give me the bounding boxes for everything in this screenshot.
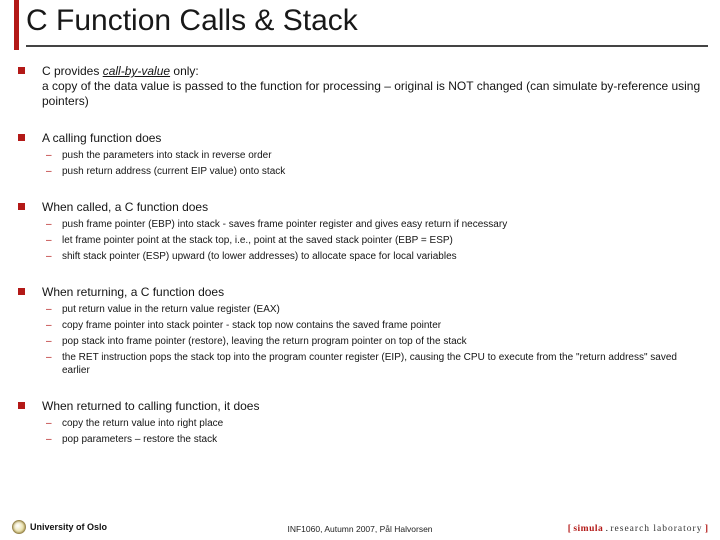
sub-bullet-item: –shift stack pointer (ESP) upward (to lo… — [42, 250, 702, 263]
dash-icon: – — [46, 149, 52, 162]
sub-bullet-text: push the parameters into stack in revers… — [62, 149, 702, 162]
dash-icon: – — [46, 218, 52, 231]
dash-icon: – — [46, 351, 52, 364]
dash-icon: – — [46, 250, 52, 263]
dash-icon: – — [46, 303, 52, 316]
slide-body: C provides call-by-value only: a copy of… — [0, 64, 720, 454]
slide-title: C Function Calls & Stack — [26, 4, 358, 38]
dash-icon: – — [46, 433, 52, 446]
sub-bullet-item: –copy the return value into right place — [42, 417, 702, 430]
sub-bullet-text: shift stack pointer (ESP) upward (to low… — [62, 250, 702, 263]
bullet-item: C provides call-by-value only: a copy of… — [18, 64, 702, 109]
bullet-item: When returned to calling function, it do… — [18, 399, 702, 446]
dash-icon: – — [46, 417, 52, 430]
bullet-item: When returning, a C function does –put r… — [18, 285, 702, 377]
simula-research-lab: research laboratory — [610, 524, 702, 534]
title-accent-bar — [14, 0, 19, 50]
sub-bullet-text: let frame pointer point at the stack top… — [62, 234, 702, 247]
bullet-lead: C provides — [42, 64, 103, 78]
sub-bullet-item: –push the parameters into stack in rever… — [42, 149, 702, 162]
sub-bullet-text: copy the return value into right place — [62, 417, 702, 430]
slide-footer: University of Oslo INF1060, Autumn 2007,… — [0, 516, 720, 540]
square-bullet-icon — [18, 288, 25, 295]
bullet-item: A calling function does –push the parame… — [18, 131, 702, 178]
sub-bullet-text: pop parameters – restore the stack — [62, 433, 702, 446]
sub-bullet-item: –push frame pointer (EBP) into stack - s… — [42, 218, 702, 231]
bullet-text: When returned to calling function, it do… — [42, 399, 702, 414]
dash-icon: – — [46, 234, 52, 247]
dash-icon: – — [46, 165, 52, 178]
sub-bullet-item: –put return value in the return value re… — [42, 303, 702, 316]
bullet-text: When called, a C function does — [42, 200, 702, 215]
sub-bullet-text: copy frame pointer into stack pointer - … — [62, 319, 702, 332]
sub-bullet-text: push frame pointer (EBP) into stack - sa… — [62, 218, 702, 231]
title-underline — [26, 45, 708, 47]
square-bullet-icon — [18, 402, 25, 409]
sub-bullet-text: push return address (current EIP value) … — [62, 165, 702, 178]
sub-bullet-item: –the RET instruction pops the stack top … — [42, 351, 702, 377]
sub-bullet-text: put return value in the return value reg… — [62, 303, 702, 316]
footer-right: [ simula . research laboratory ] — [568, 524, 708, 534]
square-bullet-icon — [18, 203, 25, 210]
simula-word: simula — [573, 524, 603, 534]
bullet-text: When returning, a C function does — [42, 285, 702, 300]
bullet-text: C provides call-by-value only: a copy of… — [42, 64, 702, 109]
sub-bullet-item: –push return address (current EIP value)… — [42, 165, 702, 178]
sub-bullet-item: –pop parameters – restore the stack — [42, 433, 702, 446]
sub-bullet-text: the RET instruction pops the stack top i… — [62, 351, 702, 377]
sub-bullet-text: pop stack into frame pointer (restore), … — [62, 335, 702, 348]
bullet-italic-underline: call-by-value — [103, 64, 170, 78]
bullet-text: A calling function does — [42, 131, 702, 146]
sub-bullet-item: –let frame pointer point at the stack to… — [42, 234, 702, 247]
square-bullet-icon — [18, 67, 25, 74]
sub-bullet-item: –pop stack into frame pointer (restore),… — [42, 335, 702, 348]
sub-bullet-item: –copy frame pointer into stack pointer -… — [42, 319, 702, 332]
bullet-item: When called, a C function does –push fra… — [18, 200, 702, 263]
dash-icon: – — [46, 319, 52, 332]
bracket-close: ] — [702, 524, 708, 534]
square-bullet-icon — [18, 134, 25, 141]
dash-icon: – — [46, 335, 52, 348]
